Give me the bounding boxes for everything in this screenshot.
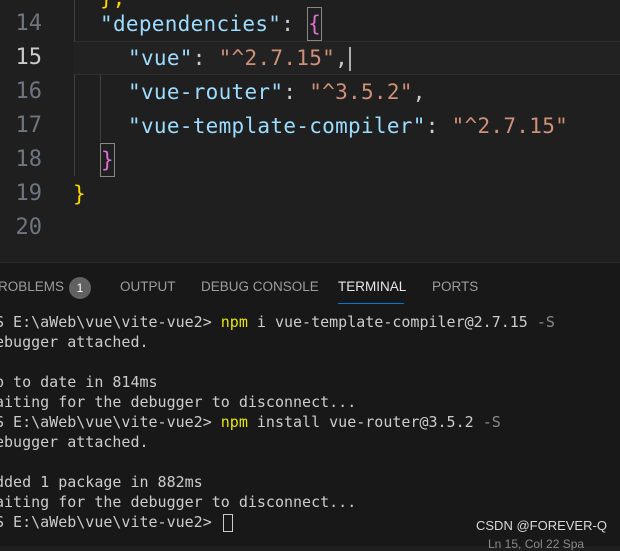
code-text: "dependencies": { — [100, 7, 323, 41]
bottom-panel: ROBLEMS 1 OUTPUT DEBUG CONSOLE TERMINAL … — [0, 262, 620, 546]
terminal-line: S E:\aWeb\vue\vite-vue2> npm install vue… — [0, 412, 501, 432]
code-text: "vue-template-compiler": "^2.7.15" — [128, 109, 568, 143]
terminal-line: p to date in 814ms — [0, 373, 158, 391]
tab-terminal[interactable]: TERMINAL — [338, 279, 406, 294]
terminal-line: S E:\aWeb\vue\vite-vue2> — [0, 512, 233, 532]
json-comma: , — [335, 46, 349, 70]
line-number: 17 — [15, 113, 43, 138]
json-value: "^2.7.15" — [451, 114, 569, 138]
terminal-command-name: npm — [220, 313, 248, 331]
terminal-command-name: npm — [220, 413, 248, 431]
code-text: "vue": "^2.7.15", — [128, 41, 352, 75]
status-bar-position[interactable]: Ln 15, Col 22 Spa — [488, 537, 584, 551]
close-brace: } — [73, 182, 86, 206]
code-line-19: 19 } — [0, 177, 620, 211]
line-number: 16 — [15, 79, 43, 104]
json-key: "vue" — [128, 46, 193, 70]
code-text: "vue-router": "^3.5.2", — [128, 75, 426, 109]
terminal-output[interactable]: S E:\aWeb\vue\vite-vue2> npm i vue-templ… — [0, 311, 620, 546]
code-line-15: 15 "vue": "^2.7.15", — [0, 41, 620, 75]
line-number: 19 — [15, 181, 43, 206]
terminal-line: ebugger attached. — [0, 333, 149, 351]
code-text: } — [100, 143, 115, 177]
terminal-line: ebugger attached. — [0, 433, 149, 451]
watermark: CSDN @FOREVER-Q — [476, 518, 607, 533]
line-number: 14 — [15, 11, 43, 36]
json-colon: : — [192, 46, 219, 70]
json-colon: : — [283, 80, 310, 104]
terminal-line: dded 1 package in 882ms — [0, 473, 203, 491]
terminal-command-args: i vue-template-compiler@2.7.15 — [247, 313, 537, 331]
code-line-14: 14 "dependencies": { — [0, 7, 620, 41]
json-value: "^3.5.2" — [309, 80, 413, 104]
active-tab-indicator — [338, 303, 404, 304]
code-line-16: 16 "vue-router": "^3.5.2", — [0, 75, 620, 109]
tab-output[interactable]: OUTPUT — [120, 279, 176, 294]
terminal-prompt: S E:\aWeb\vue\vite-vue2> — [0, 513, 221, 531]
panel-tab-bar: ROBLEMS 1 OUTPUT DEBUG CONSOLE TERMINAL … — [0, 263, 620, 311]
json-key: "vue-router" — [128, 80, 284, 104]
terminal-prompt: S E:\aWeb\vue\vite-vue2> — [0, 313, 221, 331]
tab-debug-console[interactable]: DEBUG CONSOLE — [201, 279, 319, 294]
terminal-cursor — [222, 513, 233, 532]
text-cursor — [349, 47, 352, 71]
json-key: "vue-template-compiler" — [128, 114, 426, 138]
tab-ports[interactable]: PORTS — [432, 279, 478, 294]
json-value: "^2.7.15" — [218, 46, 336, 70]
line-number: 18 — [15, 147, 43, 172]
open-brace-match: { — [307, 7, 323, 41]
json-colon: : — [281, 12, 308, 36]
terminal-line: aiting for the debugger to disconnect... — [0, 493, 357, 511]
code-line-20: 20 — [0, 211, 620, 245]
json-comma: , — [412, 80, 426, 104]
json-colon: : — [425, 114, 452, 138]
line-number: 15 — [15, 45, 43, 70]
close-brace-match: } — [100, 143, 115, 177]
line-number: 20 — [15, 215, 43, 240]
code-text: } — [73, 177, 86, 211]
terminal-command-flag: -S — [482, 413, 501, 431]
problems-count-badge: 1 — [69, 277, 91, 299]
json-key: "dependencies" — [100, 12, 282, 36]
terminal-command-flag: -S — [536, 313, 555, 331]
terminal-line: aiting for the debugger to disconnect... — [0, 393, 357, 411]
code-editor[interactable]: }, 14 "dependencies": { 15 "vue": "^2.7.… — [0, 0, 620, 262]
terminal-prompt: S E:\aWeb\vue\vite-vue2> — [0, 413, 221, 431]
terminal-line: S E:\aWeb\vue\vite-vue2> npm i vue-templ… — [0, 312, 555, 332]
code-line-18: 18 } — [0, 143, 620, 177]
tab-problems[interactable]: ROBLEMS — [0, 279, 64, 294]
code-line-17: 17 "vue-template-compiler": "^2.7.15" — [0, 109, 620, 143]
terminal-command-args: install vue-router@3.5.2 — [247, 413, 483, 431]
